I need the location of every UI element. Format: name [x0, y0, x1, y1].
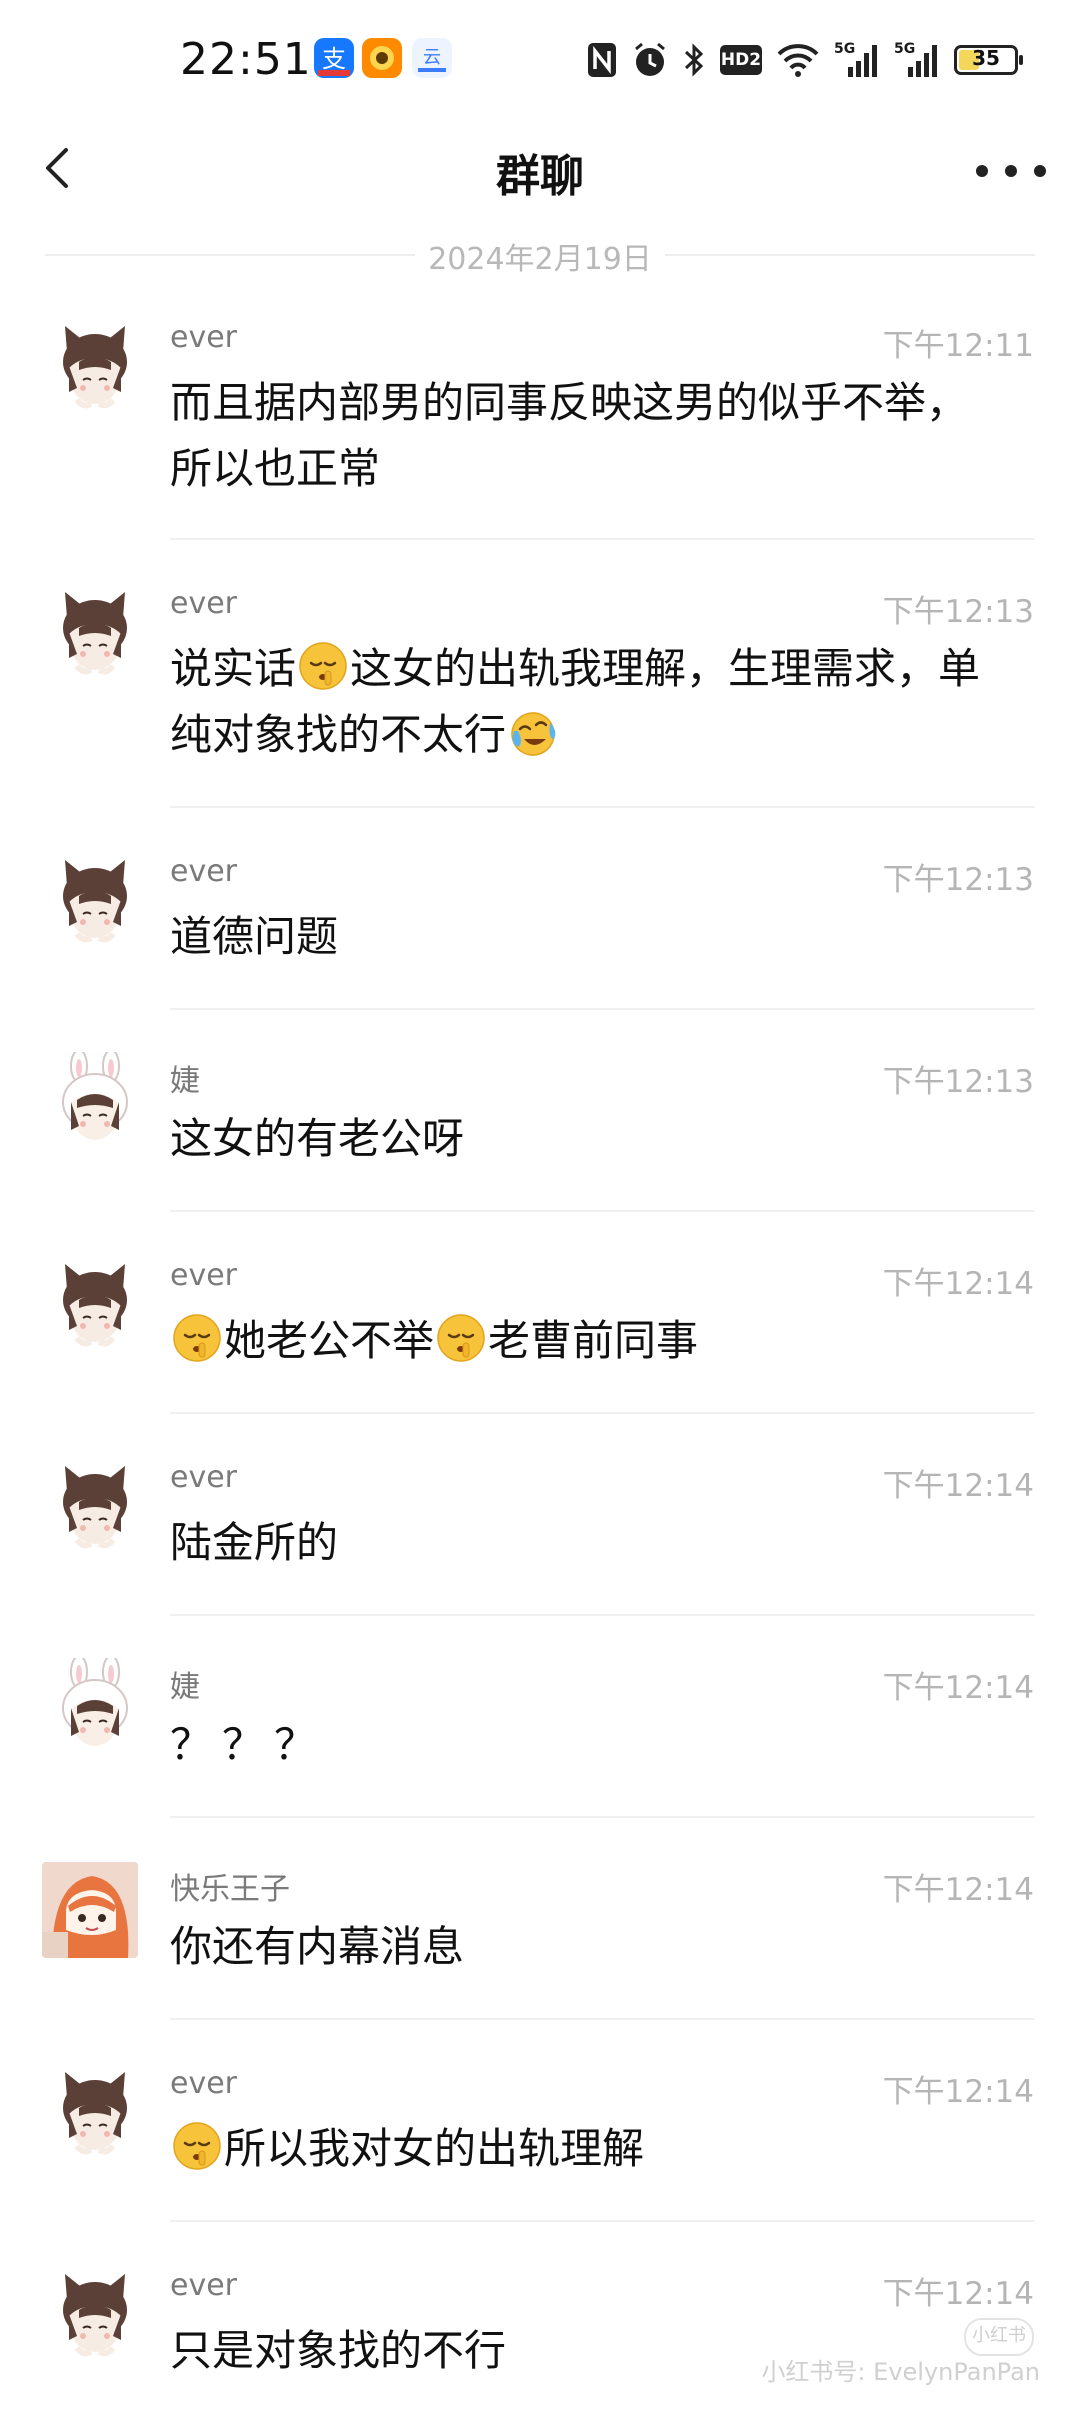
message-item[interactable]: ever 下午12:14 她老公不举 老曹前同事 [0, 1240, 1080, 1410]
divider [170, 806, 1035, 808]
avatar[interactable] [55, 1462, 135, 1552]
message-item[interactable]: ever 下午12:11 而且据内部男的同事反映这男的似乎不举，所以也正常 [0, 300, 1080, 540]
message-text: 所以我对女的出轨理解 [170, 2116, 990, 2182]
sender-name: 婕 [170, 1670, 200, 1705]
message-time: 下午12:13 [882, 1064, 1034, 1100]
sender-name: ever [170, 586, 238, 621]
avatar[interactable] [55, 588, 135, 678]
message-text: 说实话 这女的出轨我理解，生理需求，单纯对象找的不太行 [170, 636, 990, 768]
message-time: 下午12:13 [882, 862, 1034, 898]
watermark: 小红书号: EvelynPanPan [761, 2358, 1040, 2386]
shushing-face-emoji [172, 1313, 222, 1363]
svg-text:云: 云 [423, 47, 441, 68]
divider [170, 1210, 1035, 1212]
divider [170, 1614, 1035, 1616]
message-time: 下午12:14 [882, 2276, 1034, 2312]
status-icons: HD2 5G 5G 35 [586, 36, 1023, 84]
avatar[interactable] [55, 1260, 135, 1350]
signal-icon: 5G [894, 41, 940, 79]
sender-name: ever [170, 1460, 238, 1495]
message-text: 这女的有老公呀 [170, 1114, 465, 1163]
avatar[interactable] [55, 322, 135, 412]
sender-name: ever [170, 2066, 238, 2101]
shushing-face-emoji [298, 641, 348, 691]
avatar[interactable] [55, 2068, 135, 2158]
status-bar: 22:51 支 云 HD2 5G 5G 35 [0, 0, 1080, 120]
nfc-icon [588, 43, 616, 77]
message-item[interactable]: 婕 下午12:13 这女的有老公呀 [0, 1038, 1080, 1208]
taobao-icon [362, 38, 402, 78]
page-title: 群聊 [496, 151, 584, 202]
avatar[interactable] [55, 2270, 135, 2360]
alarm-icon [635, 42, 665, 76]
date-separator: 2024年2月19日 [45, 230, 1035, 280]
message-text: ？？？ [170, 1720, 327, 1769]
wifi-icon [777, 44, 819, 77]
message-time: 下午12:14 [882, 2074, 1034, 2110]
message-text: 陆金所的 [170, 1518, 339, 1567]
shushing-face-emoji [172, 2121, 222, 2171]
message-item[interactable]: 婕 下午12:14 ？？？ [0, 1644, 1080, 1814]
message-text: 而且据内部男的同事反映这男的似乎不举，所以也正常 [170, 378, 969, 493]
watermark-badge: 小红书 [964, 2318, 1034, 2356]
more-dots-icon[interactable] [976, 146, 1046, 196]
sender-name: ever [170, 1258, 238, 1293]
divider [170, 1412, 1035, 1414]
message-text: 她老公不举 老曹前同事 [170, 1308, 990, 1374]
sender-name: 婕 [170, 1064, 200, 1099]
message-text: 你还有内幕消息 [170, 1922, 465, 1971]
message-time: 下午12:14 [882, 1468, 1034, 1504]
hd-icon: HD2 [720, 45, 762, 75]
message-item[interactable]: ever 下午12:13 道德问题 [0, 836, 1080, 1006]
divider [170, 2018, 1035, 2020]
bluetooth-icon [684, 43, 704, 77]
avatar[interactable] [42, 1862, 138, 1958]
sender-name: ever [170, 854, 238, 889]
message-time: 下午12:14 [882, 1266, 1034, 1302]
divider [170, 1816, 1035, 1818]
message-item[interactable]: 快乐王子 下午12:14 你还有内幕消息 [0, 1846, 1080, 2016]
avatar[interactable] [55, 1049, 135, 1142]
divider [170, 538, 1035, 540]
signal-icon: 5G [834, 41, 880, 79]
message-item[interactable]: ever 下午12:14 只是对象找的不行 [0, 2250, 1080, 2412]
status-time: 22:51 [180, 34, 312, 85]
sender-name: ever [170, 2268, 238, 2303]
avatar[interactable] [55, 856, 135, 946]
message-time: 下午12:14 [882, 1872, 1034, 1908]
crying-laughing-emoji [508, 707, 558, 757]
message-item[interactable]: ever 下午12:13 说实话 这女的出轨我理解，生理需求，单纯对象找的不太行 [0, 568, 1080, 808]
svg-text:支: 支 [322, 45, 346, 73]
battery-icon: 35 [954, 45, 1023, 75]
divider [170, 2220, 1035, 2222]
shushing-face-emoji [436, 1313, 486, 1363]
sender-name: ever [170, 320, 238, 355]
message-time: 下午12:14 [882, 1670, 1034, 1706]
cloud-app-icon: 云 [412, 38, 452, 78]
alipay-icon: 支 [314, 38, 354, 78]
message-time: 下午12:13 [882, 594, 1034, 630]
message-text: 道德问题 [170, 912, 339, 961]
message-item[interactable]: ever 下午12:14 陆金所的 [0, 1442, 1080, 1612]
message-item[interactable]: ever 下午12:14 所以我对女的出轨理解 [0, 2048, 1080, 2218]
message-time: 下午12:11 [882, 328, 1034, 364]
avatar[interactable] [55, 1655, 135, 1748]
nav-bar: 群聊 [0, 120, 1080, 220]
sender-name: 快乐王子 [170, 1872, 290, 1907]
divider [170, 1008, 1035, 1010]
